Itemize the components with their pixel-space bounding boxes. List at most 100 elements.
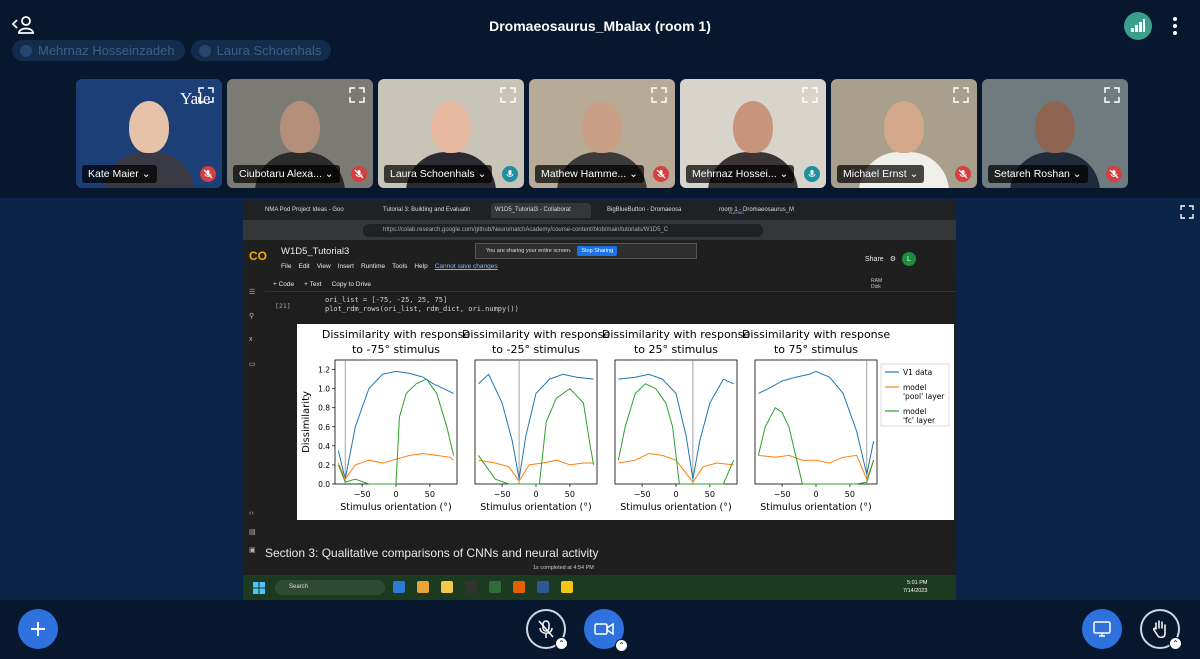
participant-name[interactable]: Mehrnaz Hossei... ⌄ — [686, 165, 795, 183]
menu-view[interactable]: View — [317, 263, 331, 270]
command-palette-icon[interactable]: ▤ — [249, 528, 258, 537]
x-tick-label: 50 — [845, 490, 855, 499]
disk-label: Disk — [871, 284, 881, 290]
windows-taskbar: Search 5:01 PM 7/14/2023 — [243, 575, 956, 600]
colab-left-rail: ☰ ⚲ x ▭ ‹› ▤ ▣ — [243, 276, 263, 571]
video-tile[interactable]: Setareh Roshan ⌄ — [982, 79, 1128, 188]
reactions-caret[interactable]: ⌃ — [1169, 637, 1182, 650]
files-icon[interactable]: ▭ — [249, 360, 258, 369]
participant-face — [733, 101, 773, 153]
menu-file[interactable]: File — [281, 263, 291, 270]
browser-tab-active[interactable]: W1D5_Tutorial3 - Collaborat — [491, 203, 591, 218]
y-axis-label: Dissimilarity — [301, 391, 312, 453]
browser-tab[interactable]: NMA Pod Project Ideas - Goo — [261, 203, 371, 218]
menu-tools[interactable]: Tools — [392, 263, 407, 270]
participant-name[interactable]: Michael Ernst ⌄ — [837, 165, 925, 183]
taskbar-search[interactable]: Search — [275, 580, 385, 595]
mail-icon[interactable] — [393, 581, 405, 593]
file-explorer-icon[interactable] — [441, 581, 453, 593]
code-cell[interactable]: [21] ori_list = [-75, -25, 25, 75] plot_… — [265, 294, 950, 320]
browser-tab-strip: NMA Pod Project Ideas - Goo Tutorial 3: … — [243, 200, 956, 220]
y-tick-label: 1.2 — [318, 366, 330, 375]
options-menu-button[interactable] — [1168, 14, 1182, 38]
sticky-notes-icon[interactable] — [561, 581, 573, 593]
firefox-icon[interactable] — [513, 581, 525, 593]
expand-video-button[interactable] — [651, 87, 667, 103]
expand-video-button[interactable] — [953, 87, 969, 103]
add-code-button[interactable]: + Code — [273, 281, 294, 288]
fullscreen-icon — [349, 87, 365, 103]
terminal-icon[interactable]: ▣ — [249, 546, 258, 555]
share-button[interactable]: Share — [865, 256, 884, 263]
chrome-icon[interactable] — [417, 581, 429, 593]
expand-video-button[interactable] — [500, 87, 516, 103]
execution-count: [21] — [275, 302, 291, 310]
menu-edit[interactable]: Edit — [298, 263, 309, 270]
panel-title-line2: to -25° stimulus — [492, 343, 580, 356]
code-snippets-icon[interactable]: ‹› — [249, 510, 258, 519]
muted-mic-icon — [538, 620, 554, 638]
screenshare-button[interactable] — [1082, 609, 1122, 649]
video-tile[interactable]: Kate Maier ⌄ Yale — [76, 79, 222, 188]
panel-title-line2: to 75° stimulus — [774, 343, 858, 356]
video-tile[interactable]: Ciubotaru Alexa... ⌄ — [227, 79, 373, 188]
video-settings-caret[interactable]: ⌃ — [615, 639, 628, 652]
terminal-app-icon[interactable] — [465, 581, 477, 593]
participant-face — [1035, 101, 1075, 153]
stop-sharing-button[interactable]: Stop Sharing — [577, 246, 618, 256]
share-notice: You are sharing your entire screen. — [486, 248, 572, 254]
participant-name[interactable]: Setareh Roshan ⌄ — [988, 165, 1088, 183]
excel-icon[interactable] — [489, 581, 501, 593]
y-tick-label: 0.0 — [318, 480, 330, 489]
plot-frame — [334, 359, 458, 485]
participant-name[interactable]: Ciubotaru Alexa... ⌄ — [233, 165, 340, 183]
execution-status: 1s completed at 4:54 PM — [533, 565, 594, 571]
variables-icon[interactable]: x — [249, 336, 258, 345]
talker-chip[interactable]: Laura Schoenhals — [190, 40, 332, 61]
notebook-title[interactable]: W1D5_Tutorial3 — [281, 246, 349, 257]
expand-video-button[interactable] — [1104, 87, 1120, 103]
add-text-button[interactable]: + Text — [304, 281, 321, 288]
copy-to-drive-button[interactable]: Copy to Drive — [332, 281, 371, 288]
video-button[interactable]: ⌃ — [584, 609, 628, 652]
raise-hand-button[interactable]: ⌃ — [1140, 609, 1182, 650]
windows-start-icon[interactable] — [253, 581, 265, 594]
section-heading[interactable]: Section 3: Qualitative comparisons of CN… — [265, 546, 599, 560]
address-field[interactable]: https://colab.research.google.com/github… — [363, 224, 763, 237]
x-tick-label: 0 — [813, 490, 818, 499]
expand-video-button[interactable] — [349, 87, 365, 103]
fullscreen-screenshare-button[interactable] — [1180, 205, 1194, 219]
cannot-save-link[interactable]: Cannot save changes — [435, 263, 498, 270]
video-tile[interactable]: Michael Ernst ⌄ — [831, 79, 977, 188]
video-tile[interactable]: Laura Schoenhals ⌄ — [378, 79, 524, 188]
participant-name[interactable]: Kate Maier ⌄ — [82, 165, 157, 183]
menu-help[interactable]: Help — [414, 263, 427, 270]
menu-runtime[interactable]: Runtime — [361, 263, 385, 270]
word-icon[interactable] — [537, 581, 549, 593]
ram-disk-indicator[interactable]: RAM Disk — [871, 278, 882, 290]
muted-mic-icon — [200, 166, 216, 182]
taskbar-clock[interactable]: 5:01 PM 7/14/2023 — [903, 579, 927, 595]
toc-icon[interactable]: ☰ — [249, 288, 258, 297]
participant-name[interactable]: Laura Schoenhals ⌄ — [384, 165, 493, 183]
talker-chip[interactable]: Mehrnaz Hosseinzadeh — [12, 40, 185, 61]
fullscreen-icon — [802, 87, 818, 103]
participant-name[interactable]: Mathew Hamme... ⌄ — [535, 165, 644, 183]
menu-insert[interactable]: Insert — [338, 263, 354, 270]
fullscreen-icon — [651, 87, 667, 103]
expand-video-button[interactable] — [802, 87, 818, 103]
search-icon[interactable]: ⚲ — [249, 312, 258, 321]
settings-gear-icon[interactable]: ⚙ — [890, 255, 896, 263]
connection-status-button[interactable] — [1124, 12, 1152, 40]
participant-face — [582, 101, 622, 153]
browser-tab[interactable]: Tutorial 3: Building and Evaluatin — [379, 203, 479, 218]
account-avatar[interactable]: L — [901, 252, 916, 266]
muted-mic-icon — [955, 166, 971, 182]
video-tile[interactable]: Mathew Hamme... ⌄ — [529, 79, 675, 188]
actions-plus-button[interactable] — [18, 609, 58, 649]
browser-tab[interactable]: BigBlueButton - Dromaeosa — [603, 203, 703, 218]
fullscreen-icon — [953, 87, 969, 103]
video-tile[interactable]: Mehrnaz Hossei... ⌄ — [680, 79, 826, 188]
unmute-button[interactable]: ⌃ — [526, 609, 568, 650]
audio-settings-caret[interactable]: ⌃ — [555, 637, 568, 650]
